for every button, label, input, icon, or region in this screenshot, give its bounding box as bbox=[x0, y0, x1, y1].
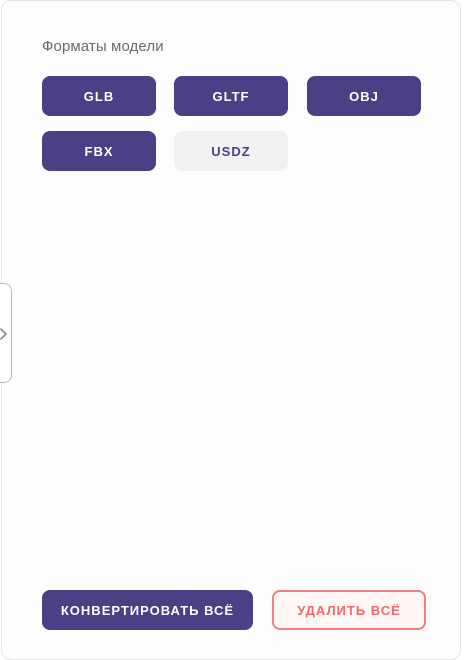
format-button-usdz[interactable]: USDZ bbox=[174, 131, 288, 171]
format-button-glb[interactable]: GLB bbox=[42, 76, 156, 116]
convert-all-button[interactable]: КОНВЕРТИРОВАТЬ ВСЁ bbox=[42, 590, 253, 630]
delete-all-button[interactable]: УДАЛИТЬ ВСЁ bbox=[272, 590, 426, 630]
section-title: Форматы модели bbox=[42, 38, 164, 55]
format-button-fbx[interactable]: FBX bbox=[42, 131, 156, 171]
chevron-right-icon bbox=[0, 328, 7, 340]
side-panel-toggle[interactable] bbox=[0, 283, 12, 383]
formats-panel: Форматы модели GLB GLTF OBJ FBX USDZ КОН… bbox=[1, 0, 461, 660]
format-button-gltf[interactable]: GLTF bbox=[174, 76, 288, 116]
format-button-obj[interactable]: OBJ bbox=[307, 76, 421, 116]
